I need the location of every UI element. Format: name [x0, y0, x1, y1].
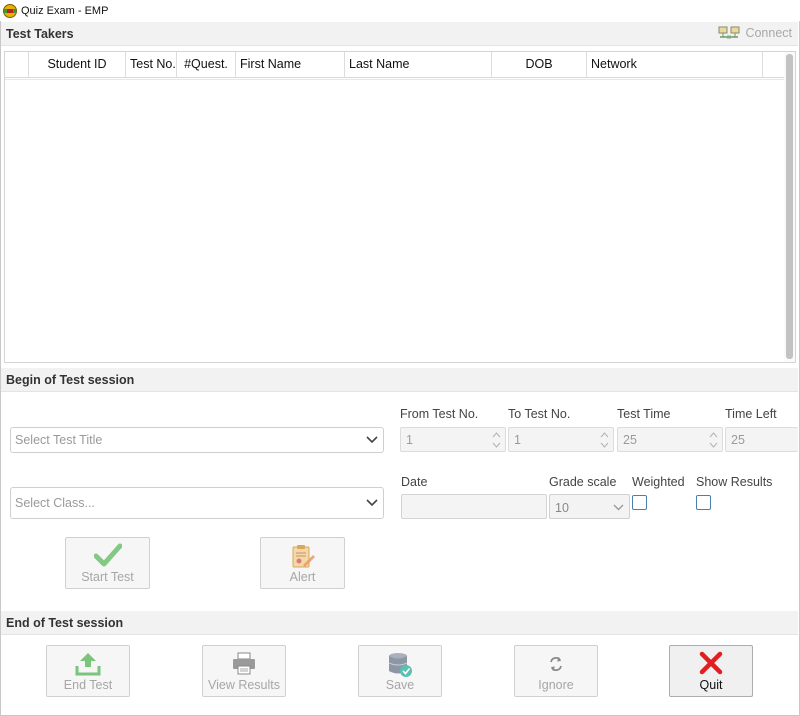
quit-label: Quit	[699, 678, 723, 692]
begin-session-header: Begin of Test session	[1, 368, 798, 392]
grid-scrollbar-thumb[interactable]	[786, 54, 793, 359]
test-time-value: 25	[623, 433, 637, 447]
spin-arrows-icon[interactable]	[492, 430, 501, 450]
test-title-placeholder: Select Test Title	[15, 433, 103, 447]
test-time-stepper[interactable]: 25	[617, 427, 723, 452]
network-icon	[718, 26, 740, 39]
column-student-id[interactable]: Student ID	[29, 52, 126, 78]
class-select[interactable]: Select Class...	[10, 487, 384, 519]
test-title-select[interactable]: Select Test Title	[10, 427, 384, 453]
window-title: Quiz Exam - EMP	[21, 5, 109, 17]
column-first-name[interactable]: First Name	[236, 52, 345, 78]
grade-scale-select[interactable]: 10	[549, 494, 630, 519]
from-test-no-stepper[interactable]: 1	[400, 427, 506, 452]
chevron-down-icon	[366, 499, 378, 507]
column-dob[interactable]: DOB	[492, 52, 587, 78]
time-left-label: Time Left	[725, 407, 777, 421]
show-results-checkbox[interactable]	[696, 495, 711, 510]
grid-row-selector-header[interactable]	[5, 52, 29, 78]
show-results-label: Show Results	[696, 475, 773, 489]
connect-label: Connect	[745, 26, 792, 40]
end-session-title: End of Test session	[6, 616, 124, 630]
spin-arrows-icon[interactable]	[709, 430, 718, 450]
ignore-label: Ignore	[538, 678, 574, 692]
clipboard-pencil-icon	[292, 545, 315, 568]
test-takers-grid[interactable]: Student ID Test No. #Quest. First Name L…	[4, 51, 796, 363]
column-network[interactable]: Network	[587, 52, 763, 78]
database-check-icon	[388, 653, 412, 677]
app-logo-icon	[3, 4, 17, 18]
weighted-label: Weighted	[632, 475, 685, 489]
column-last-name[interactable]: Last Name	[345, 52, 492, 78]
alert-button[interactable]: Alert	[260, 537, 345, 589]
grade-scale-label: Grade scale	[549, 475, 617, 489]
save-button[interactable]: Save	[358, 645, 442, 697]
view-results-label: View Results	[207, 678, 281, 692]
begin-session-title: Begin of Test session	[6, 373, 135, 387]
to-test-no-value: 1	[514, 433, 521, 447]
date-field[interactable]	[401, 494, 547, 519]
chevron-down-icon	[613, 504, 624, 511]
column-quest[interactable]: #Quest.	[177, 52, 236, 78]
view-results-button[interactable]: View Results	[202, 645, 286, 697]
column-test-no[interactable]: Test No.	[126, 52, 177, 78]
grid-divider	[5, 79, 785, 80]
ignore-button[interactable]: Ignore	[514, 645, 598, 697]
test-takers-title: Test Takers	[6, 27, 74, 41]
connect-button[interactable]: Connect	[718, 26, 792, 40]
from-test-no-value: 1	[406, 433, 413, 447]
end-test-label: End Test	[63, 678, 113, 692]
weighted-checkbox[interactable]	[632, 495, 647, 510]
start-test-button[interactable]: Start Test	[65, 537, 150, 589]
to-test-no-label: To Test No.	[508, 407, 571, 421]
chevron-down-icon	[366, 436, 378, 444]
class-placeholder: Select Class...	[15, 496, 95, 510]
grid-scrollbar[interactable]	[784, 52, 795, 362]
x-mark-icon	[699, 651, 723, 675]
save-label: Save	[385, 678, 415, 692]
test-time-label: Test Time	[617, 407, 671, 421]
from-test-no-label: From Test No.	[400, 407, 479, 421]
end-test-button[interactable]: End Test	[46, 645, 130, 697]
refresh-icon	[550, 657, 562, 671]
upload-tray-icon	[75, 653, 101, 676]
printer-icon	[233, 652, 255, 675]
time-left-value: 25	[731, 433, 745, 447]
quit-button[interactable]: Quit	[669, 645, 753, 697]
window-titlebar: Quiz Exam - EMP	[0, 0, 800, 22]
date-label: Date	[401, 475, 428, 489]
grid-header-row: Student ID Test No. #Quest. First Name L…	[5, 52, 785, 78]
spin-arrows-icon[interactable]	[600, 430, 609, 450]
alert-label: Alert	[289, 570, 316, 584]
end-session-header: End of Test session	[1, 611, 798, 635]
test-takers-header: Test Takers Connect	[1, 22, 798, 46]
start-test-label: Start Test	[81, 570, 134, 584]
checkmark-icon	[93, 543, 122, 567]
to-test-no-stepper[interactable]: 1	[508, 427, 614, 452]
grade-scale-value: 10	[555, 501, 569, 515]
time-left-stepper[interactable]: 25	[725, 427, 798, 452]
